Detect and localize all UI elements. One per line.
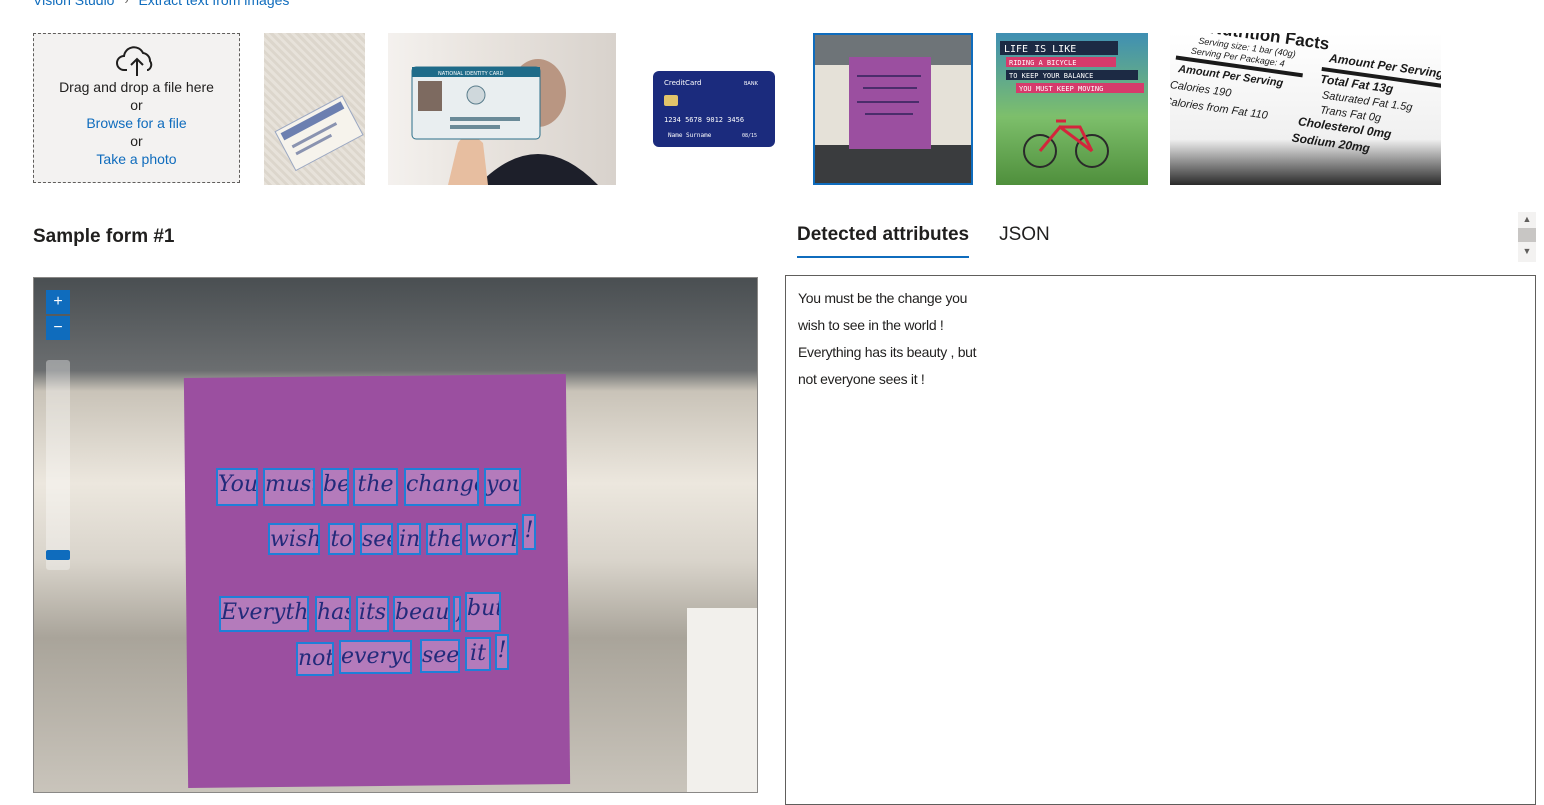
sample-thumbnail-credit-card[interactable]: CreditCard BANK 1234 5678 9012 3456 Name… — [638, 33, 790, 185]
card-bank-text: BANK — [744, 81, 759, 87]
detected-line: not everyone sees it ! — [798, 371, 925, 387]
card-number-text: 1234 5678 9012 3456 — [664, 116, 744, 124]
nf-line-5: Calories from Fat 110 — [1170, 95, 1269, 122]
id-card-image: NATIONAL IDENTITY CARD — [411, 59, 598, 185]
or-label: or — [130, 133, 143, 149]
card-brand-text: CreditCard — [664, 79, 701, 87]
detected-line: wish to see in the world ! — [798, 317, 944, 333]
word-box[interactable]: has — [315, 596, 351, 632]
zoom-out-button[interactable]: − — [46, 316, 70, 340]
scrollbar-thumb[interactable] — [1518, 228, 1536, 242]
poster-line-4: YOU MUST KEEP MOVING — [1019, 85, 1103, 93]
drag-drop-label: Drag and drop a file here — [59, 79, 214, 95]
word-box[interactable]: not — [296, 642, 334, 676]
detected-line: You must be the change you — [798, 290, 968, 306]
word-box[interactable]: the — [426, 523, 462, 555]
nutrition-facts-image: Nutrition Facts Serving size: 1 bar (40g… — [1170, 33, 1441, 155]
detected-line: Everything has its beauty , but — [798, 344, 977, 360]
word-box[interactable]: change — [404, 468, 479, 506]
word-box[interactable]: sees — [420, 639, 460, 673]
word-box[interactable]: the — [353, 468, 398, 506]
word-box[interactable]: in — [397, 523, 421, 555]
sample-thumbnail-national-identity-card[interactable]: NATIONAL IDENTITY CARD — [388, 33, 616, 185]
tabs-scrollbar[interactable]: ▲ ▼ — [1518, 212, 1536, 262]
poster-line-2: RIDING A BICYCLE — [1009, 59, 1076, 67]
background-wall — [687, 608, 757, 792]
card-name-text: Name Surname — [668, 132, 712, 139]
bicycle-poster-image: LIFE IS LIKE RIDING A BICYCLE TO KEEP YO… — [1000, 41, 1144, 168]
sample-thumbnail-sticky-note[interactable] — [813, 33, 973, 185]
detected-text-panel: You must be the change you wish to see i… — [785, 275, 1536, 805]
word-box[interactable]: to — [328, 523, 355, 555]
word-box[interactable]: must — [263, 468, 315, 506]
word-box[interactable]: ! — [522, 514, 536, 550]
sample-thumbnail-nutrition-facts[interactable]: Nutrition Facts Serving size: 1 bar (40g… — [1170, 33, 1441, 185]
tab-detected-attributes[interactable]: Detected attributes — [797, 224, 970, 258]
sample-thumbnail-social-security-card[interactable] — [264, 33, 365, 185]
zoom-slider-handle[interactable] — [46, 550, 70, 560]
poster-line-3: TO KEEP YOUR BALANCE — [1009, 72, 1093, 80]
word-box[interactable]: ! — [495, 634, 509, 670]
take-photo-link[interactable]: Take a photo — [96, 150, 176, 168]
sticky-note — [183, 374, 571, 788]
word-box[interactable]: , — [453, 596, 461, 632]
word-box[interactable]: everyone — [339, 640, 412, 674]
breadcrumb: Vision Studio › Extract text from images — [33, 0, 289, 8]
credit-card-image: CreditCard BANK 1234 5678 9012 3456 Name… — [653, 71, 775, 147]
id-card-title: NATIONAL IDENTITY CARD — [438, 71, 504, 77]
sample-thumbnail-life-is-like-poster[interactable]: LIFE IS LIKE RIDING A BICYCLE TO KEEP YO… — [996, 33, 1148, 185]
cloud-upload-icon — [115, 46, 152, 76]
poster-line-1: LIFE IS LIKE — [1004, 44, 1076, 55]
image-viewer[interactable]: You must be the change you wish to see i… — [33, 277, 758, 793]
breadcrumb-root-link[interactable]: Vision Studio — [33, 0, 114, 8]
word-box[interactable]: beauty — [393, 596, 450, 632]
social-security-card-image — [274, 95, 364, 172]
word-box[interactable]: world — [466, 523, 518, 555]
chevron-up-icon[interactable]: ▲ — [1518, 212, 1536, 226]
breadcrumb-current-link[interactable]: Extract text from images — [138, 0, 289, 8]
chevron-down-icon[interactable]: ▼ — [1518, 244, 1536, 258]
browse-file-link[interactable]: Browse for a file — [86, 114, 186, 132]
word-box[interactable]: be — [321, 468, 349, 506]
zoom-slider-track[interactable] — [46, 360, 70, 570]
word-box[interactable]: its — [356, 596, 389, 632]
word-box[interactable]: but — [465, 592, 501, 632]
word-box[interactable]: Everything — [219, 596, 309, 632]
chevron-right-icon: › — [124, 0, 129, 7]
word-box[interactable]: see — [360, 523, 393, 555]
word-box[interactable]: you — [484, 468, 521, 506]
word-box[interactable]: it — [465, 637, 491, 671]
file-dropzone[interactable]: Drag and drop a file here or Browse for … — [33, 33, 240, 183]
zoom-in-button[interactable]: + — [46, 290, 70, 314]
sticky-note-image — [815, 35, 971, 183]
card-expiry-text: 08/15 — [742, 133, 757, 139]
sample-form-title: Sample form #1 — [33, 226, 175, 247]
result-tabs: Detected attributes JSON — [797, 224, 1050, 258]
word-box[interactable]: You — [216, 468, 258, 506]
or-label: or — [130, 97, 143, 113]
word-box[interactable]: wish — [268, 523, 320, 555]
tab-json[interactable]: JSON — [999, 224, 1050, 258]
